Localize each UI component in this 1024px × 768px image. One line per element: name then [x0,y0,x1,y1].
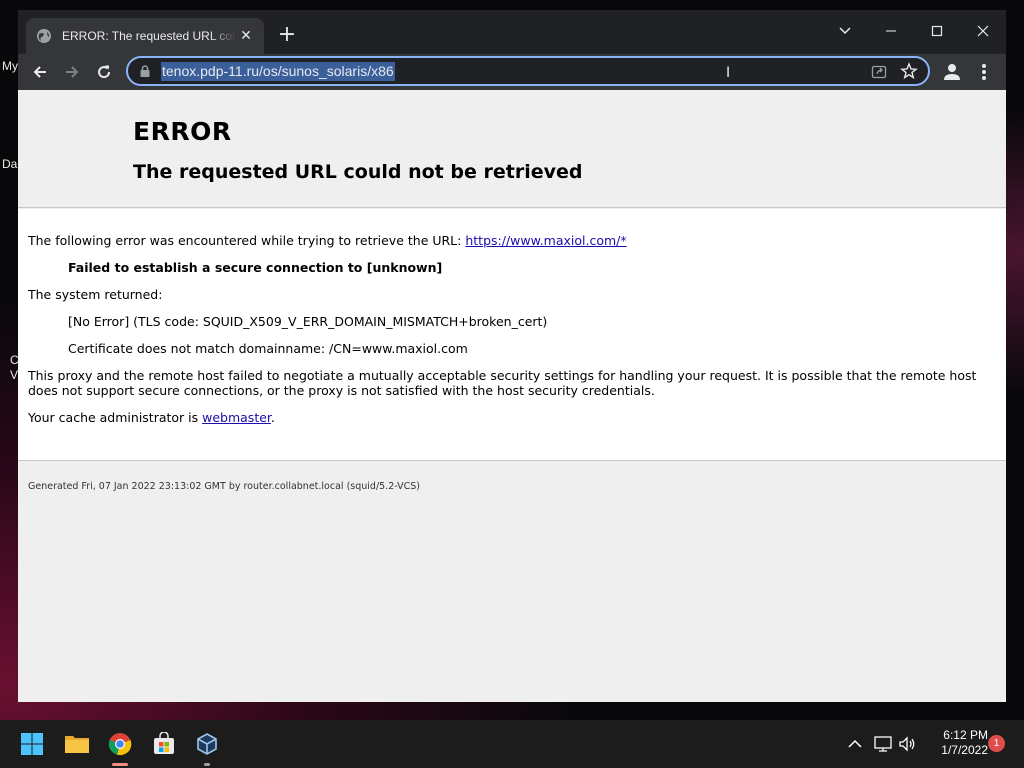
desktop-icon-label: Da [2,157,18,171]
address-bar[interactable]: tenox.pdp-11.ru/os/sunos_solaris/x86 I [126,56,930,86]
start-button[interactable] [16,728,48,760]
tab-search-button[interactable] [822,16,868,46]
taskbar-file-explorer[interactable] [61,728,93,760]
webmaster-link[interactable]: webmaster [202,410,271,425]
volume-icon[interactable] [897,734,917,754]
error-body: The following error was encountered whil… [18,209,1006,461]
web-page: ERROR The requested URL could not be ret… [18,90,1006,702]
text-cursor-icon: I [726,65,731,81]
page-subtitle: The requested URL could not be retrieved [133,161,583,183]
requested-url-link[interactable]: https://www.maxiol.com/* [465,233,626,248]
running-app-indicator [204,763,210,766]
url-text[interactable]: tenox.pdp-11.ru/os/sunos_solaris/x86 [161,62,395,81]
minimize-button[interactable] [868,16,914,46]
store-icon [154,732,174,754]
maximize-icon [931,25,943,37]
tab-close-icon[interactable]: ✕ [238,28,254,44]
close-window-button[interactable] [960,16,1006,46]
maximize-button[interactable] [914,16,960,46]
arrow-right-icon [66,66,79,78]
profile-icon[interactable] [940,60,964,84]
minimize-icon [886,30,896,32]
admin-line: Your cache administrator is webmaster. [28,410,275,425]
page-title: ERROR [133,117,232,146]
title-bar: ERROR: The requested URL could not be re… [18,10,1006,54]
windows-start-icon [21,733,43,755]
share-icon[interactable] [870,63,888,81]
clock-time: 6:12 PM [943,728,988,742]
taskbar-chrome[interactable] [104,728,136,766]
tab-title: ERROR: The requested URL could not be re… [62,29,236,43]
admin-prefix: Your cache administrator is [28,410,203,425]
notification-badge[interactable]: 1 [988,735,1005,752]
taskbar: 6:12 PM 1/7/2022 1 [0,720,1024,768]
bookmark-star-icon[interactable] [900,62,918,80]
browser-window: ERROR: The requested URL could not be re… [18,10,1006,702]
error-code: [No Error] (TLS code: SQUID_X509_V_ERR_D… [68,314,548,329]
intro-text: The following error was encountered whil… [28,233,466,248]
file-explorer-icon [65,736,89,753]
reload-icon [98,65,111,79]
clock-date: 1/7/2022 [941,743,988,757]
browser-tab[interactable]: ERROR: The requested URL could not be re… [26,18,264,54]
error-header: ERROR The requested URL could not be ret… [18,90,1006,208]
virtualbox-icon [197,733,217,755]
arrow-left-icon [33,66,46,78]
admin-suffix: . [270,410,275,425]
chevron-down-icon [839,27,851,35]
taskbar-virtualbox[interactable] [191,728,223,766]
browser-toolbar: tenox.pdp-11.ru/os/sunos_solaris/x86 I [18,54,1006,90]
active-app-indicator [112,763,128,766]
explanation-text: This proxy and the remote host failed to… [28,368,977,398]
back-button[interactable] [26,58,54,86]
more-menu-icon[interactable] [974,60,994,84]
close-icon [977,25,989,37]
new-tab-button[interactable]: + [276,24,298,47]
desktop-icon-label: V [10,368,19,382]
chrome-icon [108,733,132,756]
intro-line: The following error was encountered whil… [28,233,627,248]
globe-icon [37,29,51,43]
desktop-icon-label: My [2,59,18,73]
forward-button[interactable] [58,58,86,86]
generated-footer: Generated Fri, 07 Jan 2022 23:13:02 GMT … [28,481,420,492]
chevron-up-icon[interactable] [845,734,865,754]
taskbar-store[interactable] [148,728,180,760]
certificate-detail: Certificate does not match domainname: /… [68,341,468,356]
reload-button[interactable] [90,58,118,86]
lock-icon[interactable] [138,64,152,78]
failure-message: Failed to establish a secure connection … [68,260,443,275]
system-returned-label: The system returned: [28,287,163,302]
system-clock[interactable]: 6:12 PM 1/7/2022 [926,728,988,758]
network-icon[interactable] [873,734,893,754]
